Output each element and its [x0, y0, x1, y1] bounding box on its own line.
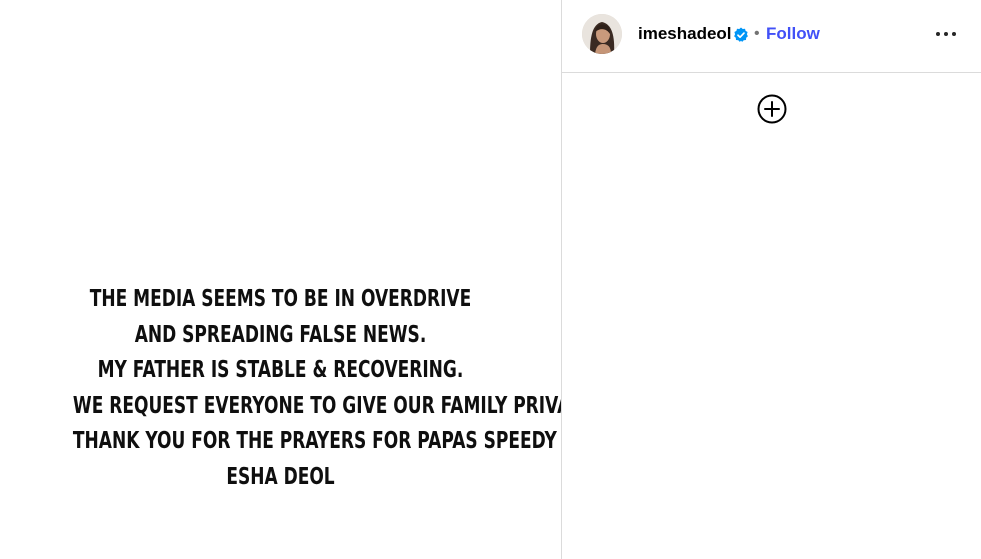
post-sidebar: imeshadeol • Follow: [562, 0, 981, 559]
statement-line-4: WE REQUEST EVERYONE TO GIVE OUR FAMILY P…: [72, 392, 599, 419]
instagram-post-view: THE MEDIA SEEMS TO BE IN OVERDRIVE AND S…: [0, 0, 981, 559]
avatar[interactable]: [582, 14, 622, 54]
statement-signature: ESHA DEOL: [226, 463, 335, 490]
statement-line-2: AND SPREADING FALSE NEWS.: [134, 321, 427, 348]
username-link[interactable]: imeshadeol: [638, 24, 732, 44]
avatar-photo: [582, 14, 622, 54]
statement-line-3: MY FATHER IS STABLE & RECOVERING.: [97, 357, 464, 384]
post-image[interactable]: THE MEDIA SEEMS TO BE IN OVERDRIVE AND S…: [0, 0, 667, 559]
header-separator: •: [754, 25, 760, 42]
follow-button[interactable]: Follow: [766, 24, 820, 44]
statement-text-block: THE MEDIA SEEMS TO BE IN OVERDRIVE AND S…: [0, 282, 667, 496]
add-circle-icon[interactable]: [756, 93, 788, 125]
statement-line-1: THE MEDIA SEEMS TO BE IN OVERDRIVE: [89, 286, 472, 312]
verified-badge-icon: [734, 27, 748, 42]
more-options-icon[interactable]: [932, 22, 960, 46]
statement-line-5: THANK YOU FOR THE PRAYERS FOR PAPAS SPEE…: [72, 428, 667, 455]
post-header: imeshadeol • Follow: [562, 0, 981, 73]
